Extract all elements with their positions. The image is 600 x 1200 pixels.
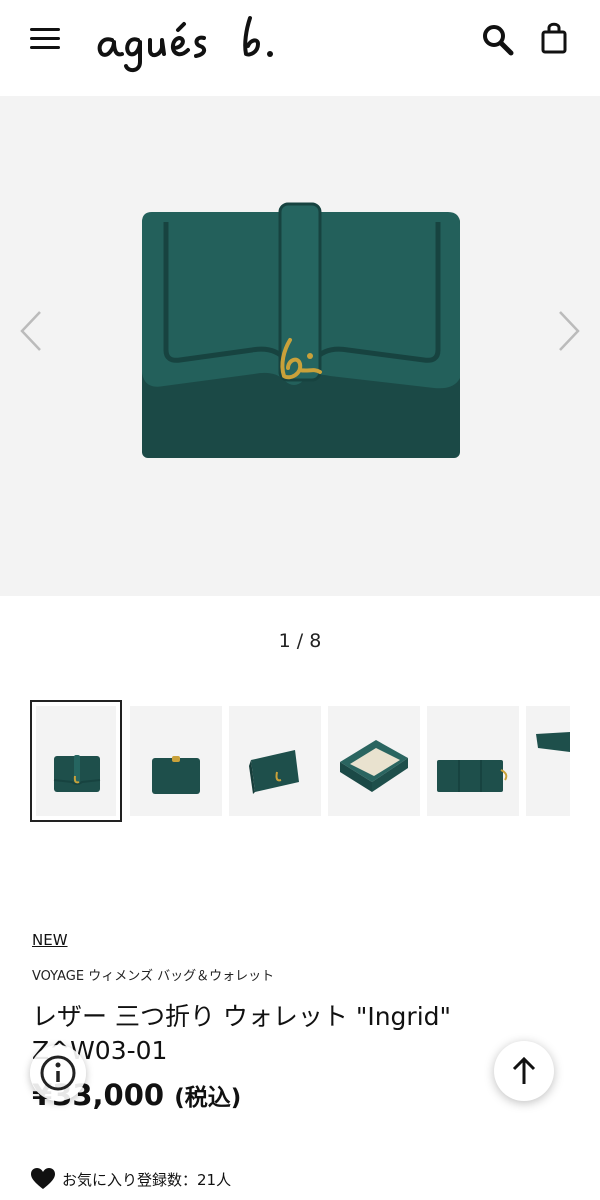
- product-image-carousel[interactable]: [0, 96, 600, 596]
- thumbnail-1[interactable]: [30, 700, 122, 822]
- shopping-bag-icon[interactable]: [538, 20, 570, 56]
- favorites-count[interactable]: お気に入り登録数：21人: [30, 1166, 231, 1192]
- new-badge[interactable]: NEW: [32, 931, 68, 949]
- thumbnail-strip[interactable]: [30, 700, 570, 822]
- product-title: レザー 三つ折り ウォレット "Ingrid" Z^W03-01: [32, 1002, 452, 1065]
- brand-logo[interactable]: [94, 10, 304, 80]
- search-icon[interactable]: [480, 22, 516, 58]
- accessibility-info-button[interactable]: [30, 1045, 86, 1101]
- image-counter: 1 / 8: [278, 630, 322, 652]
- info-icon: [40, 1055, 76, 1091]
- chevron-right-icon[interactable]: [548, 306, 588, 356]
- chevron-left-icon[interactable]: [12, 306, 52, 356]
- thumbnail-2[interactable]: [130, 706, 222, 816]
- tax-label: (税込): [174, 1085, 242, 1111]
- product-main-image: [134, 200, 466, 462]
- site-header: [0, 0, 600, 96]
- heart-icon[interactable]: [30, 1167, 56, 1191]
- hamburger-menu-icon[interactable]: [30, 28, 60, 50]
- thumbnail-3[interactable]: [229, 706, 321, 816]
- thumbnail-5[interactable]: [427, 706, 519, 816]
- favorites-label: お気に入り登録数：21人: [62, 1170, 232, 1189]
- scroll-to-top-button[interactable]: [494, 1041, 554, 1101]
- arrow-up-icon: [512, 1056, 536, 1084]
- product-category[interactable]: VOYAGE ウィメンズ バッグ＆ウォレット: [32, 965, 274, 984]
- thumbnail-4[interactable]: [328, 706, 420, 816]
- thumbnail-6[interactable]: [526, 706, 570, 816]
